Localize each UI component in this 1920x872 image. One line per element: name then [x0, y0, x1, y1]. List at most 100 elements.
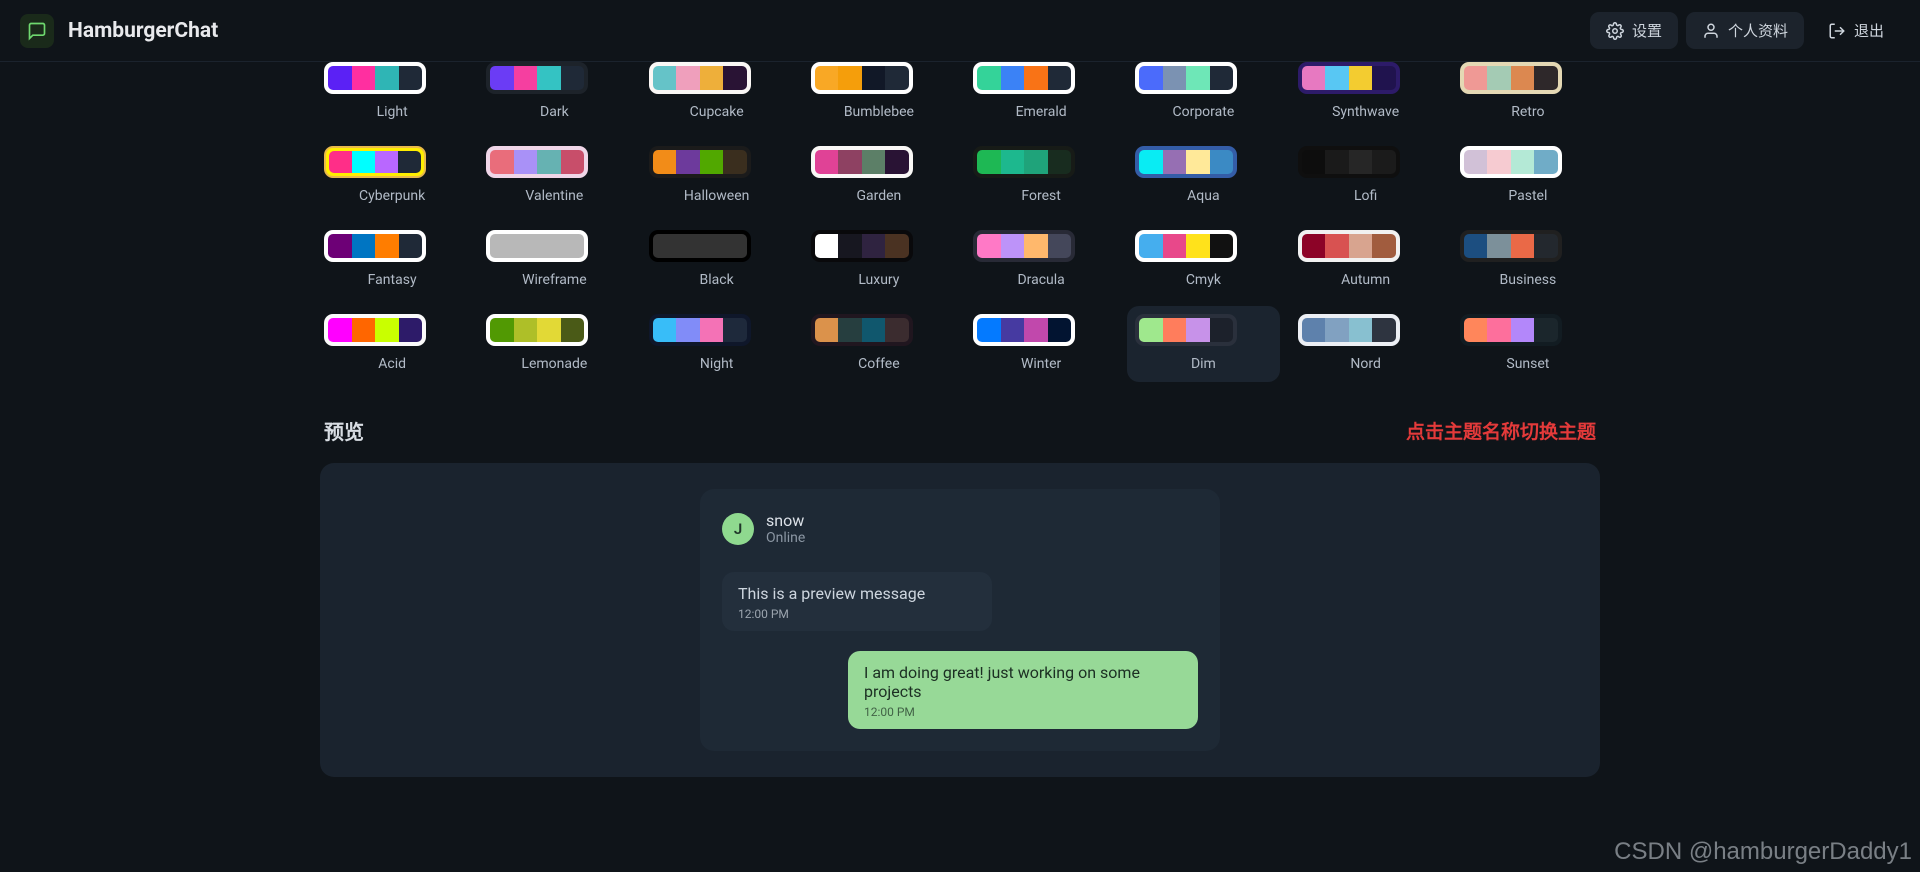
color-swatch [1325, 150, 1349, 174]
preview-header-row: 预览 点击主题名称切换主题 [320, 402, 1600, 463]
theme-option-halloween[interactable]: Halloween [649, 146, 785, 204]
logout-button[interactable]: 退出 [1812, 12, 1900, 49]
theme-option-cmyk[interactable]: Cmyk [1135, 230, 1271, 288]
theme-option-light[interactable]: Light [324, 62, 460, 120]
theme-palette [1298, 314, 1400, 346]
color-swatch [1024, 234, 1048, 258]
color-swatch [1325, 234, 1349, 258]
color-swatch [815, 66, 839, 90]
color-swatch [700, 318, 724, 342]
theme-option-dark[interactable]: Dark [486, 62, 622, 120]
preview-title: 预览 [324, 416, 364, 445]
color-swatch [1534, 150, 1558, 174]
theme-option-acid[interactable]: Acid [324, 314, 460, 372]
scroll-area[interactable]: Light Dark Cupcake Bumblebee Emerald Corporat… [0, 62, 1920, 872]
color-swatch [1464, 150, 1488, 174]
color-swatch [1349, 318, 1373, 342]
theme-option-lofi[interactable]: Lofi [1298, 146, 1434, 204]
color-swatch [1511, 234, 1535, 258]
message-received: This is a preview message 12:00 PM [722, 572, 992, 631]
preview-card: J snow Online This is a preview message … [320, 463, 1600, 777]
theme-option-night[interactable]: Night [649, 314, 785, 372]
color-swatch [328, 318, 352, 342]
color-swatch [514, 66, 538, 90]
profile-button[interactable]: 个人资料 [1686, 12, 1804, 49]
theme-name-label: Lemonade [486, 356, 622, 372]
color-swatch [490, 66, 514, 90]
theme-option-winter[interactable]: Winter [973, 314, 1109, 372]
theme-grid: Light Dark Cupcake Bumblebee Emerald Corporat… [320, 62, 1600, 402]
theme-option-valentine[interactable]: Valentine [486, 146, 622, 204]
theme-option-cupcake[interactable]: Cupcake [649, 62, 785, 120]
theme-option-bumblebee[interactable]: Bumblebee [811, 62, 947, 120]
color-swatch [1139, 150, 1163, 174]
color-swatch [885, 66, 909, 90]
top-actions: 设置 个人资料 退出 [1590, 12, 1900, 49]
color-swatch [723, 150, 747, 174]
theme-option-emerald[interactable]: Emerald [973, 62, 1109, 120]
preview-hint: 点击主题名称切换主题 [1406, 417, 1596, 444]
color-swatch [328, 66, 352, 90]
theme-option-dim[interactable]: Dim [1135, 314, 1271, 372]
theme-option-luxury[interactable]: Luxury [811, 230, 947, 288]
theme-option-dracula[interactable]: Dracula [973, 230, 1109, 288]
color-swatch [399, 234, 423, 258]
color-swatch [352, 318, 376, 342]
color-swatch [1511, 66, 1535, 90]
color-swatch [352, 151, 375, 173]
theme-name-label: Winter [973, 356, 1109, 372]
color-swatch [885, 150, 909, 174]
theme-option-fantasy[interactable]: Fantasy [324, 230, 460, 288]
theme-palette [1135, 314, 1237, 346]
color-swatch [653, 234, 677, 258]
theme-option-corporate[interactable]: Corporate [1135, 62, 1271, 120]
chat-panel: J snow Online This is a preview message … [700, 489, 1220, 751]
color-swatch [1487, 150, 1511, 174]
theme-palette [1460, 146, 1562, 178]
color-swatch [1001, 318, 1025, 342]
theme-option-cyberpunk[interactable]: Cyberpunk [324, 146, 460, 204]
theme-palette [486, 146, 588, 178]
color-swatch [653, 66, 677, 90]
theme-palette [486, 230, 588, 262]
theme-palette [486, 314, 588, 346]
theme-option-black[interactable]: Black [649, 230, 785, 288]
theme-option-forest[interactable]: Forest [973, 146, 1109, 204]
theme-option-nord[interactable]: Nord [1298, 314, 1434, 372]
theme-name-label: Luxury [811, 272, 947, 288]
theme-name-label: Cupcake [649, 104, 785, 120]
color-swatch [977, 150, 1001, 174]
theme-name-label: Sunset [1460, 356, 1596, 372]
theme-option-business[interactable]: Business [1460, 230, 1596, 288]
theme-palette [1135, 62, 1237, 94]
color-swatch [561, 66, 585, 90]
color-swatch [862, 234, 886, 258]
brand: HamburgerChat [20, 14, 218, 48]
theme-option-retro[interactable]: Retro [1460, 62, 1596, 120]
color-swatch [862, 66, 886, 90]
theme-option-autumn[interactable]: Autumn [1298, 230, 1434, 288]
color-swatch [1302, 66, 1326, 90]
theme-option-garden[interactable]: Garden [811, 146, 947, 204]
theme-option-wireframe[interactable]: Wireframe [486, 230, 622, 288]
color-swatch [815, 318, 839, 342]
color-swatch [723, 234, 747, 258]
theme-option-aqua[interactable]: Aqua [1135, 146, 1271, 204]
color-swatch [1372, 66, 1396, 90]
color-swatch [514, 318, 538, 342]
color-swatch [1024, 150, 1048, 174]
theme-option-pastel[interactable]: Pastel [1460, 146, 1596, 204]
color-swatch [1464, 66, 1488, 90]
theme-palette [973, 230, 1075, 262]
theme-option-sunset[interactable]: Sunset [1460, 314, 1596, 372]
theme-option-lemonade[interactable]: Lemonade [486, 314, 622, 372]
settings-button[interactable]: 设置 [1590, 12, 1678, 49]
logout-label: 退出 [1854, 20, 1884, 41]
color-swatch [514, 234, 538, 258]
theme-option-synthwave[interactable]: Synthwave [1298, 62, 1434, 120]
color-swatch [1464, 234, 1488, 258]
color-swatch [977, 66, 1001, 90]
color-swatch [815, 234, 839, 258]
color-swatch [1487, 66, 1511, 90]
theme-option-coffee[interactable]: Coffee [811, 314, 947, 372]
